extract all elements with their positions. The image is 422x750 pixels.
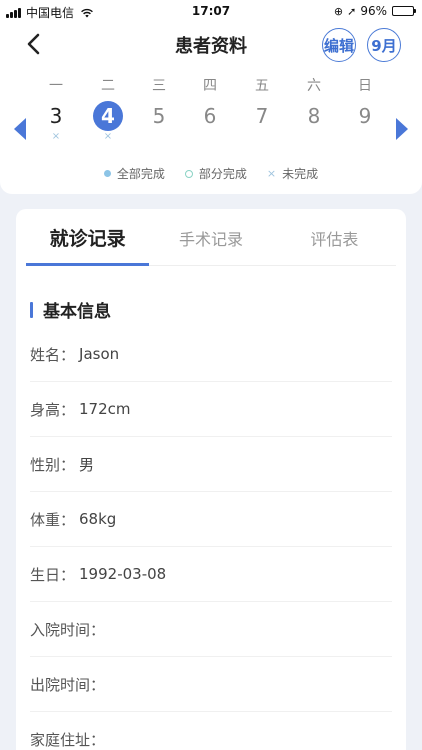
date-number: 7 xyxy=(255,104,269,128)
field-value: 男 xyxy=(79,455,95,474)
field-label: 姓名： xyxy=(30,345,76,364)
field-row-address: 家庭住址： xyxy=(30,712,392,750)
field-row-name: 姓名： Jason xyxy=(30,327,392,382)
field-label: 生日： xyxy=(30,565,76,584)
tab-surgery-records[interactable]: 手术记录 xyxy=(149,209,272,265)
weekday-label: 日 xyxy=(358,78,372,94)
weekday-label: 三 xyxy=(152,78,166,94)
date-number: 5 xyxy=(152,104,166,128)
selected-date-number: 4 xyxy=(93,101,123,131)
tab-assessment[interactable]: 评估表 xyxy=(273,209,396,265)
battery-icon xyxy=(392,6,416,16)
field-row-height: 身高： 172cm xyxy=(30,382,392,437)
section-accent-bar xyxy=(30,301,33,318)
lock-rotation-icon: ⊕ xyxy=(333,4,344,18)
weekday-label: 六 xyxy=(307,78,321,94)
field-label: 性别： xyxy=(30,455,76,474)
patient-info-card: 就诊记录 手术记录 评估表 基本信息 姓名： Jason 身高： 172cm 性… xyxy=(16,209,406,750)
day-cell-tue[interactable]: 二 4 × xyxy=(88,76,128,143)
hollow-dot-icon xyxy=(184,169,193,178)
next-week-arrow-icon[interactable] xyxy=(396,118,408,140)
status-right: ⊕ ➚ 96% xyxy=(333,4,416,18)
incomplete-mark: × xyxy=(103,131,113,142)
weekday-label: 二 xyxy=(101,78,115,94)
section-title: 基本信息 xyxy=(43,302,111,322)
nav-bar: 患者资料 编辑 9月 xyxy=(0,22,422,66)
week-calendar: 一 3 × 二 4 × 三 5 四 6 五 7 六 8 日 9 全部完成 部分完… xyxy=(0,66,422,194)
field-value: 68kg xyxy=(79,510,117,528)
weekday-label: 四 xyxy=(203,78,217,94)
field-value: 172cm xyxy=(79,400,131,418)
date-number: 9 xyxy=(358,104,372,128)
field-row-discharge: 出院时间： xyxy=(30,657,392,712)
legend-full: 全部完成 xyxy=(103,165,165,182)
field-value: Jason xyxy=(79,345,120,363)
weekday-label: 一 xyxy=(49,78,63,94)
day-cell-fri[interactable]: 五 7 xyxy=(242,76,282,143)
incomplete-mark: × xyxy=(51,131,61,142)
day-mark xyxy=(345,131,385,143)
day-mark xyxy=(242,131,282,143)
record-tabs: 就诊记录 手术记录 评估表 xyxy=(26,209,396,266)
calendar-legend: 全部完成 部分完成 × 未完成 xyxy=(0,165,422,182)
tab-visit-records[interactable]: 就诊记录 xyxy=(26,209,150,266)
field-label: 入院时间： xyxy=(30,620,106,639)
legend-none: × 未完成 xyxy=(267,165,318,182)
day-mark xyxy=(190,131,230,143)
field-row-gender: 性别： 男 xyxy=(30,437,392,492)
basic-info-list: 姓名： Jason 身高： 172cm 性别： 男 体重： 68kg 生日： 1… xyxy=(30,327,392,750)
field-row-birthday: 生日： 1992-03-08 xyxy=(30,547,392,602)
field-row-admission: 入院时间： xyxy=(30,602,392,657)
date-number: 6 xyxy=(203,104,217,128)
prev-week-arrow-icon[interactable] xyxy=(14,118,26,140)
field-value: 1992-03-08 xyxy=(79,565,167,583)
page-title: 患者资料 xyxy=(175,36,247,57)
field-label: 出院时间： xyxy=(30,675,106,694)
field-label: 身高： xyxy=(30,400,76,419)
day-cell-thu[interactable]: 四 6 xyxy=(190,76,230,143)
day-cell-sat[interactable]: 六 8 xyxy=(294,76,334,143)
edit-button[interactable]: 编辑 xyxy=(322,28,356,62)
date-number: 8 xyxy=(307,104,321,128)
legend-partial-label: 部分完成 xyxy=(198,167,247,181)
day-mark xyxy=(139,131,179,143)
month-button[interactable]: 9月 xyxy=(367,28,401,62)
cross-icon: × xyxy=(266,167,277,180)
legend-none-label: 未完成 xyxy=(282,167,319,181)
legend-full-label: 全部完成 xyxy=(116,167,165,181)
day-cell-mon[interactable]: 一 3 × xyxy=(36,76,76,143)
legend-partial: 部分完成 xyxy=(184,165,247,182)
section-header: 基本信息 xyxy=(30,297,111,322)
field-label: 体重： xyxy=(30,510,76,529)
field-label: 家庭住址： xyxy=(30,730,106,749)
weekday-label: 五 xyxy=(255,78,269,94)
location-icon: ➚ xyxy=(347,4,357,18)
filled-dot-icon xyxy=(103,170,111,177)
status-bar: 中国电信 17:07 ⊕ ➚ 96% xyxy=(0,0,422,22)
field-row-weight: 体重： 68kg xyxy=(30,492,392,547)
date-number: 3 xyxy=(49,104,63,128)
day-mark xyxy=(294,131,334,143)
day-cell-sun[interactable]: 日 9 xyxy=(345,76,385,143)
day-cell-wed[interactable]: 三 5 xyxy=(139,76,179,143)
battery-percent: 96% xyxy=(360,4,387,18)
